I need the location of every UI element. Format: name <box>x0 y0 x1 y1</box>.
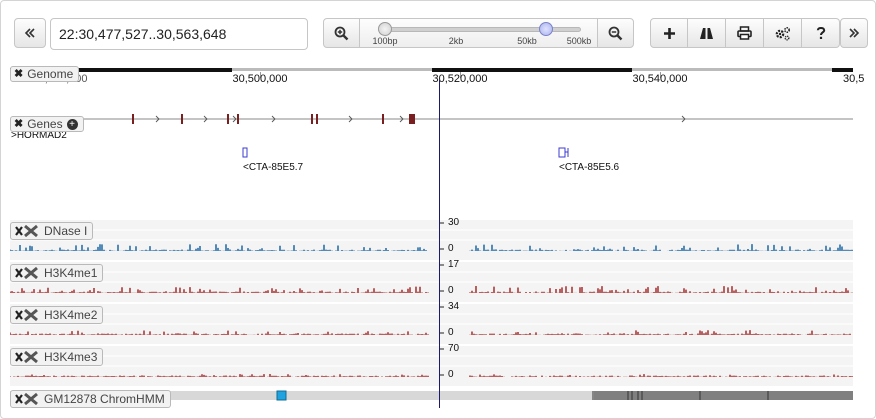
zoom-out-button[interactable] <box>597 18 634 48</box>
question-icon <box>816 26 825 39</box>
zoom-label-2kb: 2kb <box>448 36 464 46</box>
h3k4me1-scale-max: 17 <box>448 259 460 270</box>
zoom-slider[interactable]: 100bp 2kb 50kb 500kb <box>360 18 597 48</box>
ruler-label: 30,540,000 <box>632 73 688 85</box>
multi-track-icon[interactable] <box>13 308 39 322</box>
chromhmm-track-name: GM12878 ChromHMM <box>44 392 165 406</box>
dnase-track-label[interactable]: DNase I <box>10 222 94 240</box>
close-track-icon[interactable]: ✖ <box>14 117 23 131</box>
genes-track-label[interactable]: ✖ Genes + <box>10 116 84 132</box>
help-button[interactable] <box>802 18 840 48</box>
h3k4me1-scale-min: 0 <box>448 285 454 296</box>
zoom-in-icon <box>334 26 349 40</box>
multi-track-icon[interactable] <box>13 350 39 364</box>
hormad2-gene[interactable] <box>10 114 853 124</box>
dnase-scale-min: 0 <box>448 243 454 254</box>
gears-icon <box>775 26 791 40</box>
highlight-button[interactable] <box>688 18 726 48</box>
h3k4me2-signal[interactable] <box>10 330 852 335</box>
h3k4me3-signal[interactable] <box>10 374 853 377</box>
dnase-track-name: DNase I <box>44 224 88 238</box>
transcript-name[interactable]: <CTA-85E5.6 <box>559 162 619 173</box>
h3k4me1-track-label[interactable]: H3K4me1 <box>10 264 104 282</box>
zoom-out-icon <box>608 26 623 40</box>
h3k4me3-scale-max: 70 <box>448 343 460 354</box>
genome-track-name: Genome <box>27 67 74 81</box>
settings-button[interactable] <box>764 18 802 48</box>
zoom-control: 100bp 2kb 50kb 500kb <box>323 18 634 48</box>
zoom-slider-knob[interactable] <box>538 22 553 36</box>
zoom-label-500kb: 500kb <box>566 36 592 46</box>
h3k4me3-track-label[interactable]: H3K4me3 <box>10 348 104 366</box>
tool-button-group <box>650 18 840 48</box>
forward-button[interactable] <box>840 18 868 48</box>
genes-track-canvas <box>10 114 853 158</box>
cta-85e5-7-transcript[interactable] <box>242 147 248 158</box>
ruler-bar-segment <box>432 68 632 72</box>
chromhmm-track-label[interactable]: GM12878 ChromHMM <box>10 390 171 408</box>
road-icon <box>700 27 713 39</box>
double-chevron-left-icon <box>24 28 35 38</box>
zoom-in-button[interactable] <box>323 18 360 48</box>
h3k4me1-signal[interactable] <box>10 286 853 293</box>
transcript-name[interactable]: <CTA-85E5.7 <box>243 162 303 173</box>
location-input[interactable]: 22:30,477,527..30,563,648 <box>50 18 308 50</box>
cta-85e5-6-transcript[interactable] <box>558 147 569 158</box>
h3k4me2-track-name: H3K4me2 <box>44 308 98 322</box>
ruler-label: 30,500,000 <box>232 73 288 85</box>
back-button[interactable] <box>14 18 46 48</box>
multi-track-icon[interactable] <box>13 224 39 238</box>
multi-track-icon[interactable] <box>13 266 39 280</box>
h3k4me2-scale-min: 0 <box>448 327 454 338</box>
genome-track-label[interactable]: ✖ Genome <box>10 66 80 82</box>
zoom-label-100bp: 100bp <box>372 36 398 46</box>
dnase-signal[interactable] <box>10 244 853 251</box>
h3k4me2-track-label[interactable]: H3K4me2 <box>10 306 104 324</box>
position-cursor-line[interactable] <box>439 80 440 408</box>
expand-icon[interactable]: + <box>66 118 78 130</box>
close-track-icon[interactable]: ✖ <box>14 67 23 81</box>
print-button[interactable] <box>726 18 764 48</box>
add-track-button[interactable] <box>650 18 688 48</box>
genes-track-name: Genes <box>27 117 63 131</box>
h3k4me3-scale-min: 0 <box>448 369 454 380</box>
ruler-label: 30,5 <box>843 73 865 85</box>
print-icon <box>737 26 752 40</box>
multi-track-icon[interactable] <box>13 392 39 406</box>
ruler-bar-segment <box>832 68 853 72</box>
double-chevron-right-icon <box>849 28 860 38</box>
signal-tracks-canvas <box>10 222 853 377</box>
h3k4me2-scale-max: 34 <box>448 301 460 312</box>
dnase-scale-max: 30 <box>448 217 460 228</box>
plus-icon <box>663 27 675 39</box>
h3k4me3-track-name: H3K4me3 <box>44 350 98 364</box>
genome-ruler[interactable]: 30,480,000 30,500,000 30,520,000 30,540,… <box>10 68 864 108</box>
h3k4me1-track-name: H3K4me1 <box>44 266 98 280</box>
zoom-slider-min-knob[interactable] <box>378 22 392 36</box>
zoom-label-50kb: 50kb <box>517 36 537 46</box>
ruler-label: 30,520,000 <box>432 73 488 85</box>
